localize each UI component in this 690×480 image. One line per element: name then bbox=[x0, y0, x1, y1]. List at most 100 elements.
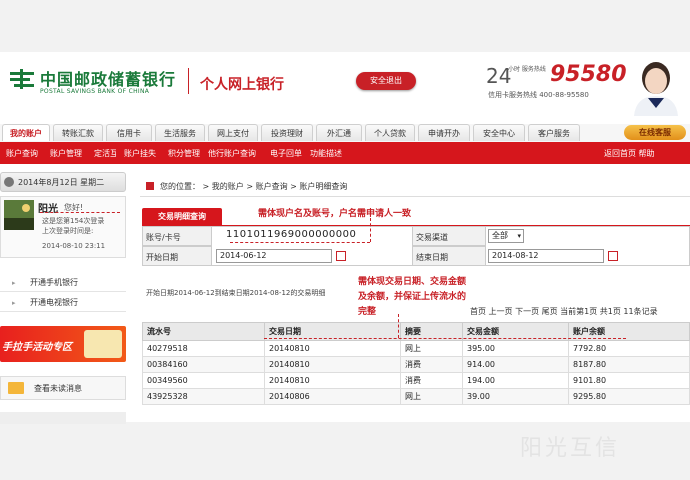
pagination[interactable]: 首页 上一页 下一页 尾页 当前第1页 共1页 11条记录 bbox=[470, 306, 658, 317]
calendar-icon[interactable] bbox=[608, 251, 618, 261]
cell: 43925328 bbox=[142, 388, 265, 405]
account-number: 1101011969000000000 bbox=[226, 229, 357, 240]
tab-transaction-detail[interactable]: 交易明细查询 bbox=[142, 208, 222, 225]
unread-label: 查看未读消息 bbox=[34, 384, 82, 393]
subnav-points[interactable]: 积分管理 bbox=[168, 148, 200, 159]
cell: 网上 bbox=[400, 340, 463, 357]
mobile-banking-link[interactable]: ▸ 开通手机银行 bbox=[0, 274, 126, 292]
online-service-button[interactable]: 在线客服 bbox=[624, 125, 686, 140]
nav-tab-online-pay[interactable]: 网上支付 bbox=[208, 124, 258, 141]
last-login-time: 2014-08-10 23:11 bbox=[42, 242, 106, 250]
end-date-field[interactable]: 2014-08-12 bbox=[488, 249, 604, 263]
service-agent-icon bbox=[634, 62, 678, 116]
bank-name: 中国邮政储蓄银行 bbox=[40, 70, 177, 89]
subnav-report-loss[interactable]: 账户挂失 bbox=[124, 148, 156, 159]
query-range-text: 开始日期2014-06-12到结束日期2014-08-12的交易明细 bbox=[146, 289, 326, 297]
subnav-other-bank[interactable]: 他行账户查询 bbox=[208, 148, 256, 159]
channel-select[interactable]: 全部 ▾ bbox=[488, 229, 524, 243]
annotation-underline bbox=[230, 242, 370, 243]
nav-tab-apply[interactable]: 申请开办 bbox=[418, 124, 470, 141]
table-row: 43925328 20140806 网上 39.00 9295.80 bbox=[142, 388, 690, 405]
divider bbox=[140, 196, 690, 197]
nav-tab-forex[interactable]: 外汇通 bbox=[316, 124, 362, 141]
nav-tab-life-service[interactable]: 生活服务 bbox=[155, 124, 205, 141]
cell: 8187.80 bbox=[568, 356, 690, 373]
end-date-label: 结束日期 bbox=[416, 253, 448, 262]
cell: 00349560 bbox=[142, 372, 265, 389]
logout-button[interactable]: 安全退出 bbox=[356, 72, 416, 90]
start-date-label: 开始日期 bbox=[146, 253, 178, 262]
annotation-connector bbox=[370, 218, 371, 242]
user-avatar bbox=[4, 200, 34, 230]
channel-label: 交易渠道 bbox=[416, 233, 448, 242]
annotation-tx-line1: 需体现交易日期、交易金额 bbox=[358, 277, 467, 287]
cell: 消费 bbox=[400, 356, 463, 373]
breadcrumb: 您的位置： > 我的账户 > 账户查询 > 账户明细查询 bbox=[160, 182, 348, 191]
calendar-icon[interactable] bbox=[336, 251, 346, 261]
tv-banking-link[interactable]: ▸ 开通电视银行 bbox=[0, 294, 126, 312]
top-margin bbox=[0, 0, 690, 52]
hotline-number: 95580 bbox=[550, 62, 627, 87]
cell: 9101.80 bbox=[568, 372, 690, 389]
subnav-account-query[interactable]: 账户查询 bbox=[6, 148, 38, 159]
cell: 40279518 bbox=[142, 340, 265, 357]
subnav-e-receipt[interactable]: 电子回单 bbox=[270, 148, 302, 159]
nav-tab-security[interactable]: 安全中心 bbox=[473, 124, 525, 141]
table-row: 00384160 20140810 消费 914.00 8187.80 bbox=[142, 356, 690, 373]
annotation-tx-line2: 及余额，并保证上传流水的 bbox=[358, 292, 467, 302]
transaction-table: 流水号 交易日期 摘要 交易金额 账户余额 40279518 20140810 … bbox=[142, 322, 690, 405]
login-count: 这是您第154次登录 bbox=[42, 217, 105, 225]
annotation-tx-line3: 完整 bbox=[358, 307, 377, 317]
clock-icon bbox=[4, 177, 14, 187]
cell: 20140810 bbox=[264, 372, 401, 389]
arrow-icon: ▸ bbox=[12, 279, 16, 287]
tv-banking-label: 开通电视银行 bbox=[30, 298, 78, 307]
nav-tab-invest[interactable]: 投资理财 bbox=[261, 124, 313, 141]
cell: 网上 bbox=[400, 388, 463, 405]
subnav-home-help[interactable]: 返回首页 帮助 bbox=[604, 148, 655, 159]
nav-tab-credit-card[interactable]: 信用卡 bbox=[106, 124, 152, 141]
nav-tab-customer-service[interactable]: 客户服务 bbox=[528, 124, 580, 141]
credit-card-hotline: 信用卡服务热线 400-88-95580 bbox=[488, 91, 589, 99]
bank-logo-icon bbox=[10, 69, 34, 89]
cell: 9295.80 bbox=[568, 388, 690, 405]
annotation-name-account: 需体现户名及账号，户名需申请人一致 bbox=[258, 209, 412, 219]
subnav-account-manage[interactable]: 账户管理 bbox=[50, 148, 82, 159]
header-divider bbox=[188, 68, 189, 94]
promo-text: 手拉手活动专区 bbox=[2, 342, 72, 353]
start-date-field[interactable]: 2014-06-12 bbox=[216, 249, 332, 263]
cell: 7792.80 bbox=[568, 340, 690, 357]
col-serial: 流水号 bbox=[142, 322, 265, 341]
cell: 00384160 bbox=[142, 356, 265, 373]
annotation-underline bbox=[264, 338, 626, 339]
phone-icon bbox=[84, 330, 122, 358]
mail-icon bbox=[8, 382, 24, 394]
hotline-caption: 小时 服务热线 bbox=[508, 66, 546, 73]
bank-name-en: POSTAL SAVINGS BANK OF CHINA bbox=[40, 88, 150, 95]
subnav-fixed-current[interactable]: 定活互转 bbox=[94, 148, 116, 159]
cell: 194.00 bbox=[462, 372, 569, 389]
mobile-banking-label: 开通手机银行 bbox=[30, 278, 78, 287]
service-title: 个人网上银行 bbox=[200, 77, 284, 93]
nav-tab-my-account[interactable]: 我的账户 bbox=[2, 124, 50, 141]
last-login-label: 上次登录时间是: bbox=[42, 227, 94, 235]
nav-tab-loan[interactable]: 个人贷款 bbox=[365, 124, 415, 141]
sidebar-more bbox=[0, 412, 126, 424]
arrow-icon: ▸ bbox=[12, 299, 16, 307]
cell: 20140810 bbox=[264, 340, 401, 357]
nav-tab-transfer[interactable]: 转账汇款 bbox=[53, 124, 103, 141]
cell: 39.00 bbox=[462, 388, 569, 405]
chevron-down-icon: ▾ bbox=[517, 232, 521, 240]
table-row: 00349560 20140810 消费 194.00 9101.80 bbox=[142, 372, 690, 389]
subnav-function-desc[interactable]: 功能描述 bbox=[310, 148, 342, 159]
cell: 消费 bbox=[400, 372, 463, 389]
account-label: 账号/卡号 bbox=[146, 233, 181, 242]
cell: 914.00 bbox=[462, 356, 569, 373]
cell: 20140806 bbox=[264, 388, 401, 405]
location-icon bbox=[146, 182, 154, 190]
annotation-connector bbox=[398, 314, 399, 338]
table-row: 40279518 20140810 网上 395.00 7792.80 bbox=[142, 340, 690, 357]
current-date: 2014年8月12日 星期二 bbox=[18, 178, 105, 187]
annotation-underline bbox=[40, 212, 120, 213]
cell: 395.00 bbox=[462, 340, 569, 357]
